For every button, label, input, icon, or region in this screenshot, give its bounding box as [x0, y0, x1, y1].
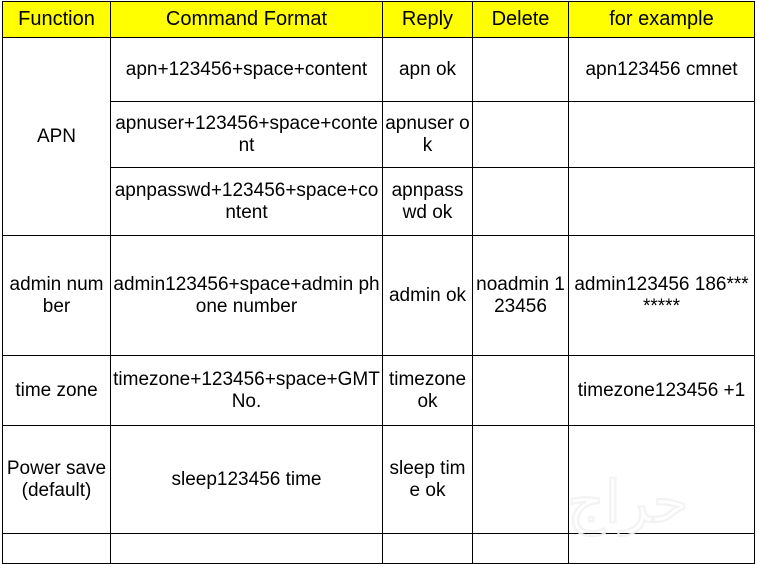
- cell-function-partial: [2, 533, 111, 564]
- table-row: apnuser+123456+space+content apnuser ok: [3, 101, 755, 168]
- cell-function-time-zone: time zone: [2, 355, 111, 426]
- cell-example-power-save: [568, 425, 755, 534]
- cell-reply-apn: apn ok: [382, 37, 473, 102]
- cell-function-admin-number: admin number: [2, 235, 111, 356]
- column-header-function: Function: [2, 1, 111, 38]
- cell-function-apn: APN: [2, 37, 111, 236]
- column-header-command-format: Command Format: [110, 1, 383, 38]
- command-format-table: Function Command Format Reply Delete for…: [2, 1, 755, 564]
- cell-reply-partial: [382, 533, 473, 564]
- cell-reply-power-save: sleep time ok: [382, 425, 473, 534]
- cell-example-apnpasswd: [568, 167, 755, 236]
- column-header-reply: Reply: [382, 1, 473, 38]
- cell-delete-apnpasswd: [472, 167, 569, 236]
- table-row: Power save(default) sleep123456 time sle…: [2, 425, 755, 534]
- cell-command-power-save: sleep123456 time: [110, 425, 383, 534]
- table-row: time zone timezone+123456+space+GMT No. …: [2, 355, 755, 426]
- cell-command-apnuser: apnuser+123456+space+content: [110, 101, 383, 168]
- cell-function-power-save: Power save(default): [2, 425, 111, 534]
- cell-delete-partial: [472, 533, 569, 564]
- cell-delete-admin-number: noadmin 123456: [472, 235, 569, 356]
- cell-delete-apnuser: [472, 101, 569, 168]
- cell-reply-apnuser: apnuser ok: [382, 101, 473, 168]
- table-row-partial: [2, 533, 755, 564]
- table-row: APN apn+123456+space+content apn ok apn1…: [2, 37, 755, 236]
- cell-example-time-zone: timezone123456 +1: [568, 355, 755, 426]
- cell-example-partial: [568, 533, 755, 564]
- cell-example-apnuser: [568, 101, 755, 168]
- spreadsheet-canvas: Function Command Format Reply Delete for…: [0, 0, 757, 564]
- table-row: apnpasswd+123456+space+content apnpasswd…: [3, 167, 755, 236]
- column-header-delete: Delete: [472, 1, 569, 38]
- cell-command-apnpasswd: apnpasswd+123456+space+content: [110, 167, 383, 236]
- cell-command-apn: apn+123456+space+content: [110, 37, 383, 102]
- cell-command-admin-number: admin123456+space+admin phone number: [110, 235, 383, 356]
- cell-delete-apn: [472, 37, 569, 102]
- column-header-for-example: for example: [568, 1, 755, 38]
- table-row: admin number admin123456+space+admin pho…: [2, 235, 755, 356]
- table-header-row: Function Command Format Reply Delete for…: [2, 1, 755, 38]
- cell-reply-admin-number: admin ok: [382, 235, 473, 356]
- cell-delete-time-zone: [472, 355, 569, 426]
- cell-delete-power-save: [472, 425, 569, 534]
- cell-reply-apnpasswd: apnpasswd ok: [382, 167, 473, 236]
- cell-command-partial: [110, 533, 383, 564]
- cell-command-time-zone: timezone+123456+space+GMT No.: [110, 355, 383, 426]
- cell-example-admin-number: admin123456 186********: [568, 235, 755, 356]
- cell-example-apn: apn123456 cmnet: [568, 37, 755, 102]
- cell-reply-time-zone: timezone ok: [382, 355, 473, 426]
